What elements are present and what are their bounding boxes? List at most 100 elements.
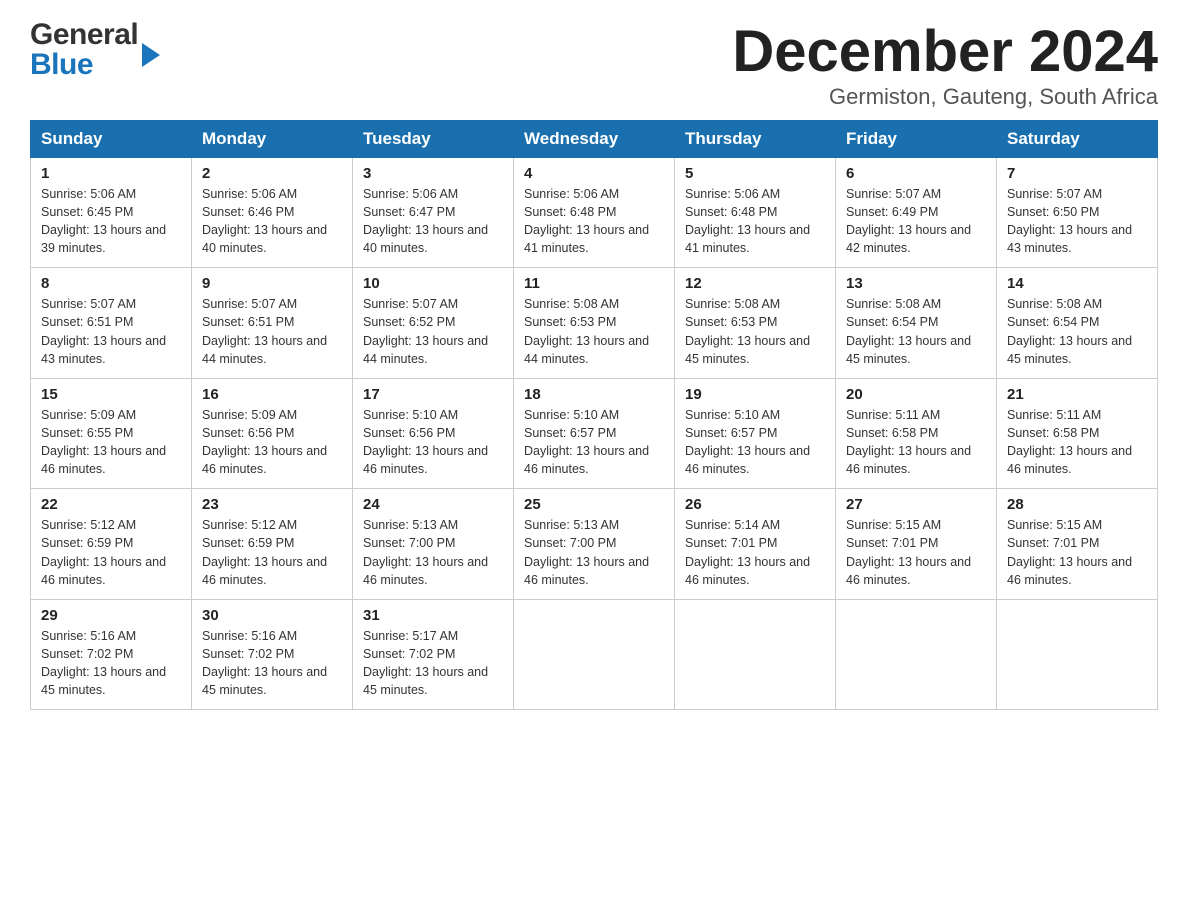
- title-section: December 2024 Germiston, Gauteng, South …: [732, 20, 1158, 110]
- day-number: 24: [363, 496, 503, 513]
- logo-general-text: General: [30, 20, 138, 50]
- day-info: Sunrise: 5:10 AMSunset: 6:57 PMDaylight:…: [685, 406, 825, 479]
- day-number: 4: [524, 165, 664, 182]
- col-friday: Friday: [836, 120, 997, 157]
- table-cell: 3 Sunrise: 5:06 AMSunset: 6:47 PMDaylight…: [353, 157, 514, 268]
- day-number: 3: [363, 165, 503, 182]
- day-number: 20: [846, 386, 986, 403]
- month-title: December 2024: [732, 20, 1158, 84]
- day-number: 27: [846, 496, 986, 513]
- day-number: 25: [524, 496, 664, 513]
- table-cell: 12 Sunrise: 5:08 AMSunset: 6:53 PMDayligh…: [675, 268, 836, 379]
- day-number: 2: [202, 165, 342, 182]
- day-info: Sunrise: 5:08 AMSunset: 6:54 PMDaylight:…: [1007, 295, 1147, 368]
- day-info: Sunrise: 5:06 AMSunset: 6:45 PMDaylight:…: [41, 185, 181, 258]
- table-cell: 29 Sunrise: 5:16 AMSunset: 7:02 PMDayligh…: [31, 599, 192, 710]
- day-info: Sunrise: 5:09 AMSunset: 6:55 PMDaylight:…: [41, 406, 181, 479]
- col-monday: Monday: [192, 120, 353, 157]
- table-cell: 10Sunrise: 5:07 AMSunset: 6:52 PMDayligh…: [353, 268, 514, 379]
- day-info: Sunrise: 5:09 AMSunset: 6:56 PMDaylight:…: [202, 406, 342, 479]
- table-cell: 25 Sunrise: 5:13 AMSunset: 7:00 PMDayligh…: [514, 489, 675, 600]
- day-info: Sunrise: 5:08 AMSunset: 6:53 PMDaylight:…: [524, 295, 664, 368]
- day-info: Sunrise: 5:10 AMSunset: 6:56 PMDaylight:…: [363, 406, 503, 479]
- table-cell: 6 Sunrise: 5:07 AMSunset: 6:49 PMDaylight…: [836, 157, 997, 268]
- day-number: 16: [202, 386, 342, 403]
- day-info: Sunrise: 5:13 AMSunset: 7:00 PMDaylight:…: [524, 516, 664, 589]
- col-sunday: Sunday: [31, 120, 192, 157]
- table-cell: 27 Sunrise: 5:15 AMSunset: 7:01 PMDayligh…: [836, 489, 997, 600]
- table-cell: 5 Sunrise: 5:06 AMSunset: 6:48 PMDaylight…: [675, 157, 836, 268]
- week-row-3: 15Sunrise: 5:09 AMSunset: 6:55 PMDayligh…: [31, 378, 1158, 489]
- day-number: 21: [1007, 386, 1147, 403]
- day-info: Sunrise: 5:11 AMSunset: 6:58 PMDaylight:…: [1007, 406, 1147, 479]
- day-number: 6: [846, 165, 986, 182]
- table-cell: 17 Sunrise: 5:10 AMSunset: 6:56 PMDayligh…: [353, 378, 514, 489]
- day-info: Sunrise: 5:08 AMSunset: 6:54 PMDaylight:…: [846, 295, 986, 368]
- day-number: 8: [41, 275, 181, 292]
- table-cell: 18 Sunrise: 5:10 AMSunset: 6:57 PMDayligh…: [514, 378, 675, 489]
- table-cell: 1 Sunrise: 5:06 AMSunset: 6:45 PMDaylight…: [31, 157, 192, 268]
- table-cell: 20 Sunrise: 5:11 AMSunset: 6:58 PMDayligh…: [836, 378, 997, 489]
- col-wednesday: Wednesday: [514, 120, 675, 157]
- table-cell: 9 Sunrise: 5:07 AMSunset: 6:51 PMDaylight…: [192, 268, 353, 379]
- day-info: Sunrise: 5:07 AMSunset: 6:51 PMDaylight:…: [41, 295, 181, 368]
- day-info: Sunrise: 5:10 AMSunset: 6:57 PMDaylight:…: [524, 406, 664, 479]
- table-cell: [514, 599, 675, 710]
- table-cell: [997, 599, 1158, 710]
- col-saturday: Saturday: [997, 120, 1158, 157]
- day-number: 29: [41, 607, 181, 624]
- day-info: Sunrise: 5:16 AMSunset: 7:02 PMDaylight:…: [41, 627, 181, 700]
- location-title: Germiston, Gauteng, South Africa: [732, 84, 1158, 110]
- logo-text: General Blue: [30, 20, 138, 80]
- page-header: General Blue December 2024 Germiston, Ga…: [30, 20, 1158, 110]
- day-number: 11: [524, 275, 664, 292]
- day-info: Sunrise: 5:08 AMSunset: 6:53 PMDaylight:…: [685, 295, 825, 368]
- table-cell: 13 Sunrise: 5:08 AMSunset: 6:54 PMDayligh…: [836, 268, 997, 379]
- day-number: 13: [846, 275, 986, 292]
- table-cell: [675, 599, 836, 710]
- table-cell: 23Sunrise: 5:12 AMSunset: 6:59 PMDayligh…: [192, 489, 353, 600]
- day-info: Sunrise: 5:07 AMSunset: 6:51 PMDaylight:…: [202, 295, 342, 368]
- day-info: Sunrise: 5:06 AMSunset: 6:46 PMDaylight:…: [202, 185, 342, 258]
- logo-blue-text: Blue: [30, 50, 138, 80]
- day-info: Sunrise: 5:11 AMSunset: 6:58 PMDaylight:…: [846, 406, 986, 479]
- day-info: Sunrise: 5:14 AMSunset: 7:01 PMDaylight:…: [685, 516, 825, 589]
- day-number: 18: [524, 386, 664, 403]
- logo-triangle-icon: [142, 43, 160, 67]
- day-number: 23: [202, 496, 342, 513]
- table-cell: [836, 599, 997, 710]
- day-number: 1: [41, 165, 181, 182]
- day-number: 17: [363, 386, 503, 403]
- day-number: 9: [202, 275, 342, 292]
- day-info: Sunrise: 5:06 AMSunset: 6:47 PMDaylight:…: [363, 185, 503, 258]
- day-info: Sunrise: 5:13 AMSunset: 7:00 PMDaylight:…: [363, 516, 503, 589]
- day-info: Sunrise: 5:15 AMSunset: 7:01 PMDaylight:…: [1007, 516, 1147, 589]
- table-cell: 16 Sunrise: 5:09 AMSunset: 6:56 PMDayligh…: [192, 378, 353, 489]
- table-cell: 21 Sunrise: 5:11 AMSunset: 6:58 PMDayligh…: [997, 378, 1158, 489]
- day-number: 5: [685, 165, 825, 182]
- table-cell: 31Sunrise: 5:17 AMSunset: 7:02 PMDayligh…: [353, 599, 514, 710]
- day-info: Sunrise: 5:16 AMSunset: 7:02 PMDaylight:…: [202, 627, 342, 700]
- week-row-1: 1 Sunrise: 5:06 AMSunset: 6:45 PMDaylight…: [31, 157, 1158, 268]
- table-cell: 14 Sunrise: 5:08 AMSunset: 6:54 PMDayligh…: [997, 268, 1158, 379]
- week-row-2: 8 Sunrise: 5:07 AMSunset: 6:51 PMDaylight…: [31, 268, 1158, 379]
- day-info: Sunrise: 5:06 AMSunset: 6:48 PMDaylight:…: [685, 185, 825, 258]
- table-cell: 8 Sunrise: 5:07 AMSunset: 6:51 PMDaylight…: [31, 268, 192, 379]
- table-cell: 28Sunrise: 5:15 AMSunset: 7:01 PMDayligh…: [997, 489, 1158, 600]
- table-cell: 15Sunrise: 5:09 AMSunset: 6:55 PMDayligh…: [31, 378, 192, 489]
- table-cell: 19 Sunrise: 5:10 AMSunset: 6:57 PMDayligh…: [675, 378, 836, 489]
- table-cell: 2 Sunrise: 5:06 AMSunset: 6:46 PMDaylight…: [192, 157, 353, 268]
- day-info: Sunrise: 5:07 AMSunset: 6:49 PMDaylight:…: [846, 185, 986, 258]
- day-number: 14: [1007, 275, 1147, 292]
- week-row-4: 22Sunrise: 5:12 AMSunset: 6:59 PMDayligh…: [31, 489, 1158, 600]
- calendar-table: Sunday Monday Tuesday Wednesday Thursday…: [30, 120, 1158, 711]
- table-cell: 26Sunrise: 5:14 AMSunset: 7:01 PMDayligh…: [675, 489, 836, 600]
- day-number: 7: [1007, 165, 1147, 182]
- day-info: Sunrise: 5:15 AMSunset: 7:01 PMDaylight:…: [846, 516, 986, 589]
- day-number: 22: [41, 496, 181, 513]
- day-info: Sunrise: 5:07 AMSunset: 6:52 PMDaylight:…: [363, 295, 503, 368]
- day-info: Sunrise: 5:07 AMSunset: 6:50 PMDaylight:…: [1007, 185, 1147, 258]
- col-tuesday: Tuesday: [353, 120, 514, 157]
- day-number: 12: [685, 275, 825, 292]
- day-number: 19: [685, 386, 825, 403]
